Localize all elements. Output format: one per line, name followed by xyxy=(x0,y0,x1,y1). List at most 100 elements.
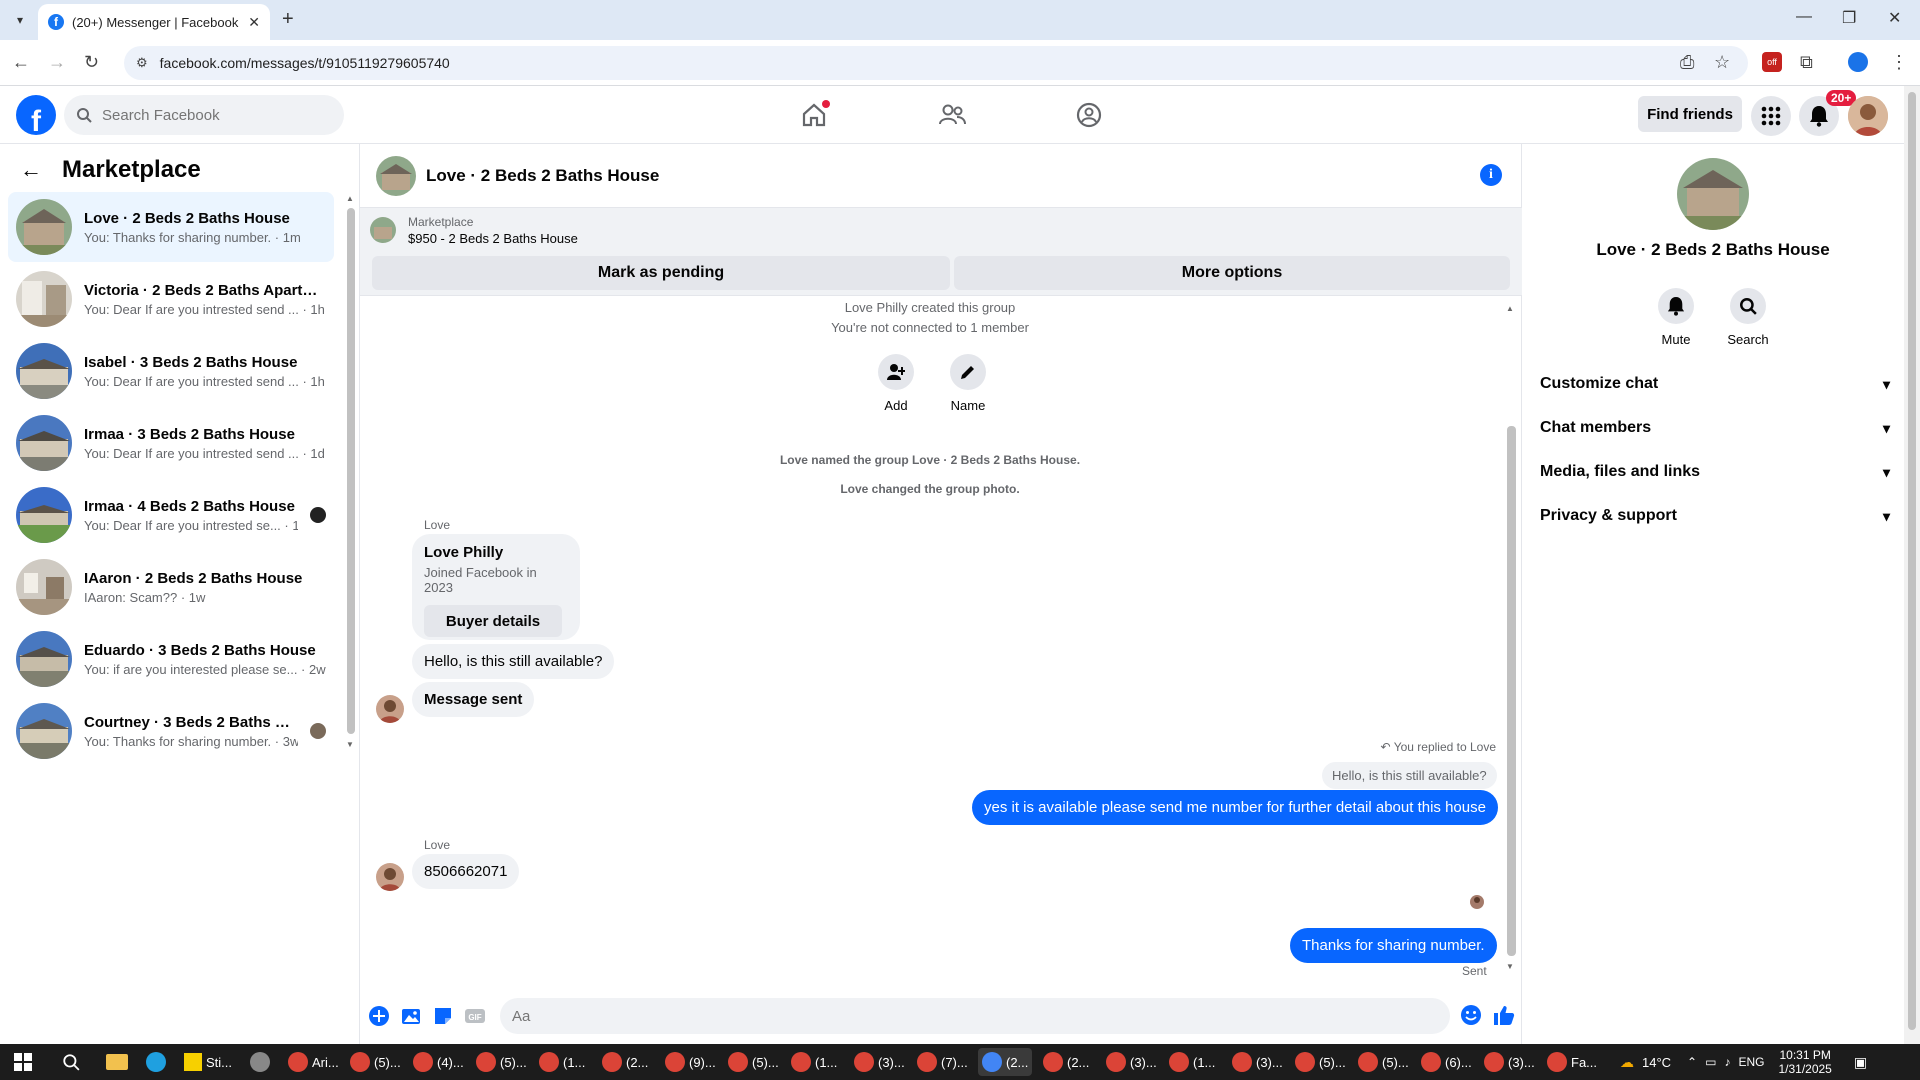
extension-off-icon[interactable]: off xyxy=(1762,52,1782,72)
weather-temp[interactable]: 14°C xyxy=(1642,1055,1671,1070)
taskbar-app[interactable]: (3)... xyxy=(1484,1048,1535,1076)
conversation-item[interactable]: Victoria · 2 Beds 2 Baths Apartm... You: … xyxy=(8,264,334,334)
language-indicator[interactable]: ENG xyxy=(1738,1055,1764,1069)
chat-group-photo[interactable] xyxy=(1677,158,1749,230)
taskbar-app[interactable]: (3)... xyxy=(1106,1048,1157,1076)
chat-scrollbar[interactable]: ▲ ▼ xyxy=(1504,304,1518,974)
clock[interactable]: 10:31 PM 1/31/2025 xyxy=(1778,1048,1831,1076)
conversation-item[interactable]: Irmaa · 4 Beds 2 Baths House You: Dear If… xyxy=(8,480,334,550)
search-action[interactable]: Search xyxy=(1718,288,1778,347)
menu-grid-icon[interactable] xyxy=(1751,96,1791,136)
taskbar-search-icon[interactable] xyxy=(62,1048,80,1076)
emoji-icon[interactable] xyxy=(1460,1004,1482,1026)
restore-icon[interactable]: ❐ xyxy=(1842,8,1856,28)
page-scrollbar[interactable] xyxy=(1904,86,1920,1044)
thumbs-up-icon[interactable] xyxy=(1492,1003,1516,1027)
new-tab-plus-icon[interactable]: + xyxy=(282,8,294,31)
outgoing-message[interactable]: yes it is available please send me numbe… xyxy=(972,790,1498,825)
facebook-search[interactable] xyxy=(64,95,344,135)
customize-chat-item[interactable]: Customize chat ▾ xyxy=(1540,366,1890,402)
taskbar-app[interactable]: Ari... xyxy=(288,1048,339,1076)
forward-arrow-icon[interactable]: → xyxy=(48,52,66,73)
taskbar-app[interactable]: (5)... xyxy=(476,1048,527,1076)
sender-avatar[interactable] xyxy=(376,695,404,723)
conversation-item[interactable]: Eduardo · 3 Beds 2 Baths House You: if ar… xyxy=(8,624,334,694)
find-friends-button[interactable]: Find friends xyxy=(1638,96,1742,132)
marketplace-listing-bar[interactable]: Marketplace $950 - 2 Beds 2 Baths House xyxy=(360,208,1522,252)
name-group-action[interactable]: Name xyxy=(938,354,998,413)
taskbar-app[interactable]: (5)... xyxy=(350,1048,401,1076)
back-arrow-icon[interactable]: ← xyxy=(12,52,30,73)
url-text[interactable]: facebook.com/messages/t/9105119279605740 xyxy=(160,55,450,71)
taskbar-app[interactable]: (1... xyxy=(1169,1048,1215,1076)
tab-close-icon[interactable]: ✕ xyxy=(248,14,260,31)
taskbar-app[interactable]: (2... xyxy=(1043,1048,1089,1076)
facebook-logo-icon[interactable]: f xyxy=(16,95,56,135)
sticker-icon[interactable] xyxy=(432,1005,454,1027)
gif-icon[interactable]: GIF xyxy=(464,1005,486,1027)
facebook-search-input[interactable] xyxy=(102,106,322,124)
conversation-item[interactable]: Isabel · 3 Beds 2 Baths House You: Dear I… xyxy=(8,336,334,406)
bookmark-star-icon[interactable]: ☆ xyxy=(1714,52,1730,73)
window-close-icon[interactable]: ✕ xyxy=(1888,8,1901,28)
tab-list-chevron-icon[interactable]: ▾ xyxy=(8,8,32,32)
privacy-support-item[interactable]: Privacy & support ▾ xyxy=(1540,498,1890,534)
more-options-button[interactable]: More options xyxy=(954,256,1510,290)
install-app-icon[interactable]: ⎙ xyxy=(1680,52,1694,73)
outgoing-message[interactable]: Thanks for sharing number. xyxy=(1290,928,1497,963)
tray-chevron-up-icon[interactable]: ⌃ xyxy=(1687,1055,1697,1069)
buyer-details-button[interactable]: Buyer details xyxy=(424,605,562,637)
minimize-icon[interactable]: — xyxy=(1796,8,1812,26)
weather-icon[interactable]: ☁ xyxy=(1620,1054,1634,1071)
photo-icon[interactable] xyxy=(400,1005,422,1027)
taskbar-app-active[interactable]: (2... xyxy=(978,1048,1033,1076)
taskbar-app[interactable]: (2... xyxy=(602,1048,648,1076)
file-explorer-icon[interactable] xyxy=(106,1048,128,1076)
taskbar-app[interactable]: (3)... xyxy=(1232,1048,1283,1076)
mark-as-pending-button[interactable]: Mark as pending xyxy=(372,256,950,290)
incoming-message[interactable]: 8506662071 xyxy=(412,854,520,889)
sidebar-scrollbar[interactable]: ▲ ▼ xyxy=(346,194,356,754)
windows-start-icon[interactable] xyxy=(14,1048,32,1076)
chat-title[interactable]: Love · 2 Beds 2 Baths House xyxy=(426,166,659,186)
taskbar-app[interactable]: (6)... xyxy=(1421,1048,1472,1076)
groups-icon[interactable] xyxy=(1074,100,1104,130)
taskbar-app[interactable]: (3)... xyxy=(854,1048,905,1076)
taskbar-app[interactable]: (5)... xyxy=(728,1048,779,1076)
taskbar-app[interactable]: Sti... xyxy=(184,1048,232,1076)
media-files-links-item[interactable]: Media, files and links ▾ xyxy=(1540,454,1890,490)
sender-avatar[interactable] xyxy=(376,863,404,891)
taskbar-app[interactable]: (7)... xyxy=(917,1048,968,1076)
incoming-message[interactable]: Hello, is this still available? xyxy=(412,644,615,679)
browser-menu-icon[interactable]: ⋮ xyxy=(1890,52,1908,73)
chat-thumbnail[interactable] xyxy=(376,155,416,196)
chat-members-item[interactable]: Chat members ▾ xyxy=(1540,410,1890,446)
taskbar-app-icon[interactable] xyxy=(250,1048,270,1076)
taskbar-app[interactable]: (5)... xyxy=(1358,1048,1409,1076)
plus-circle-icon[interactable] xyxy=(368,1005,390,1027)
profile-icon[interactable] xyxy=(1848,52,1868,72)
network-icon[interactable]: ▭ xyxy=(1705,1055,1716,1069)
account-avatar[interactable] xyxy=(1848,96,1888,136)
extensions-puzzle-icon[interactable]: ⧉ xyxy=(1800,52,1813,73)
notification-center-icon[interactable]: ▣ xyxy=(1854,1054,1867,1071)
info-icon[interactable]: i xyxy=(1480,164,1502,186)
conversation-item[interactable]: Love · 2 Beds 2 Baths House You: Thanks f… xyxy=(8,192,334,262)
message-input[interactable] xyxy=(500,998,1450,1034)
conversation-item[interactable]: IAaron · 2 Beds 2 Baths House IAaron: Sca… xyxy=(8,552,334,622)
mute-action[interactable]: Mute xyxy=(1646,288,1706,347)
site-info-icon[interactable]: ⚙ xyxy=(136,55,148,71)
conversation-item[interactable]: Courtney · 3 Beds 2 Baths Ho... You: Than… xyxy=(8,696,334,766)
taskbar-app[interactable]: Fa... xyxy=(1547,1048,1597,1076)
volume-icon[interactable]: ♪ xyxy=(1724,1055,1730,1069)
friends-icon[interactable] xyxy=(937,100,967,130)
taskbar-app[interactable]: (4)... xyxy=(413,1048,464,1076)
taskbar-app[interactable]: (9)... xyxy=(665,1048,716,1076)
incoming-message[interactable]: Message sent xyxy=(412,682,535,717)
taskbar-app[interactable]: (1... xyxy=(539,1048,585,1076)
omnibox[interactable]: ⚙ facebook.com/messages/t/91051192796057… xyxy=(124,46,1748,80)
taskbar-app[interactable]: (5)... xyxy=(1295,1048,1346,1076)
edge-icon[interactable] xyxy=(146,1048,166,1076)
taskbar-app[interactable]: (1... xyxy=(791,1048,837,1076)
add-member-action[interactable]: Add xyxy=(866,354,926,413)
